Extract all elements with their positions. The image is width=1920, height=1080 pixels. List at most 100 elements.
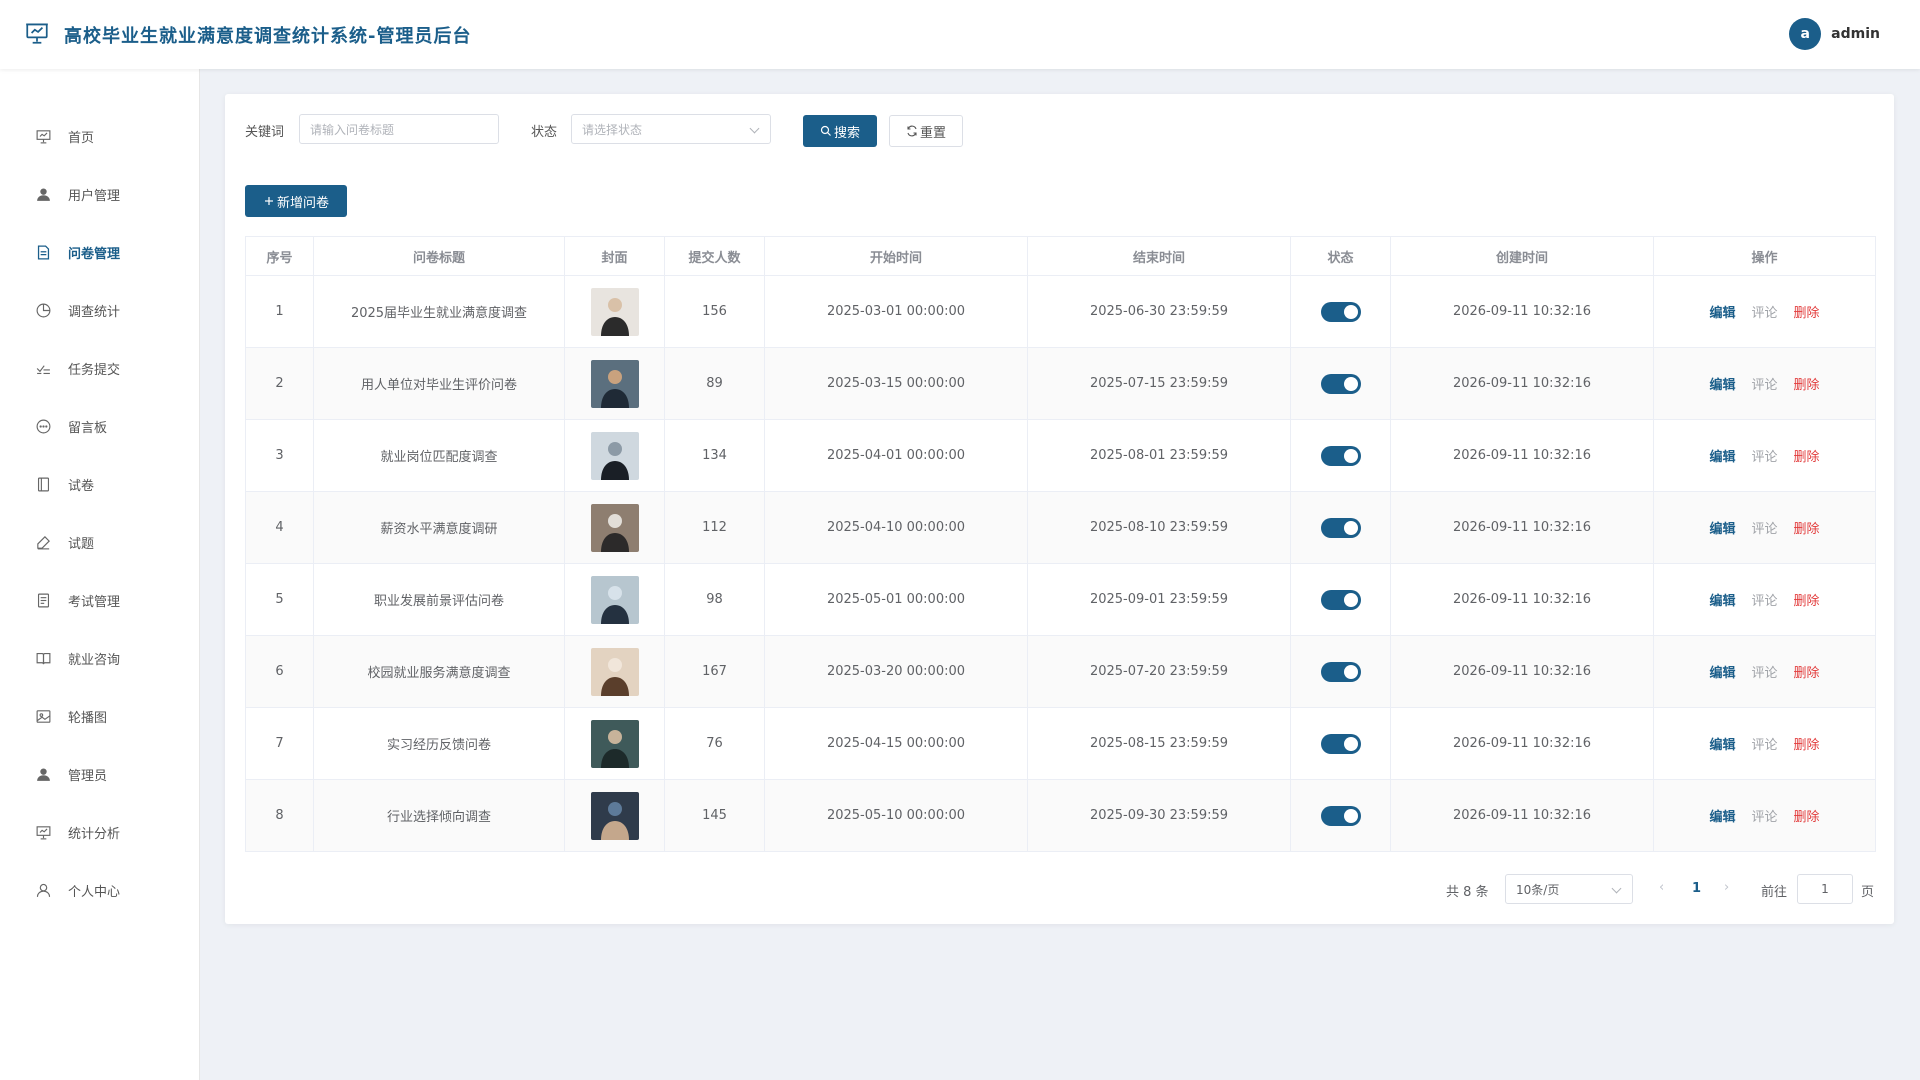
comment-link[interactable]: 评论 <box>1751 590 1777 609</box>
delete-link[interactable]: 删除 <box>1794 302 1820 321</box>
cell-actions: 编辑 评论 删除 <box>1653 635 1876 708</box>
edit-link[interactable]: 编辑 <box>1709 374 1735 393</box>
goto-page-value: 1 <box>1821 882 1829 896</box>
sidebar-item-label: 任务提交 <box>68 362 121 378</box>
cell-submissions: 134 <box>664 419 765 492</box>
cell-start-time: 2025-03-01 00:00:00 <box>764 275 1028 348</box>
goto-page-input[interactable]: 1 <box>1797 874 1853 904</box>
prev-page-icon[interactable]: ‹ <box>1659 880 1664 895</box>
cover-thumbnail[interactable] <box>590 719 639 768</box>
cell-actions: 编辑 评论 删除 <box>1653 707 1876 780</box>
sidebar-item-survey-stats[interactable]: 调查统计 <box>0 290 199 330</box>
sidebar-item-career-consult[interactable]: 就业咨询 <box>0 638 199 678</box>
delete-link[interactable]: 删除 <box>1794 806 1820 825</box>
cover-thumbnail[interactable] <box>590 503 639 552</box>
cover-thumbnail[interactable] <box>590 791 639 840</box>
delete-link[interactable]: 删除 <box>1794 662 1820 681</box>
cell-actions: 编辑 评论 删除 <box>1653 275 1876 348</box>
comment-link[interactable]: 评论 <box>1751 302 1777 321</box>
status-toggle[interactable] <box>1320 301 1361 322</box>
status-select[interactable]: 请选择状态 <box>571 114 771 144</box>
cover-thumbnail[interactable] <box>590 359 639 408</box>
sidebar-item-carousel[interactable]: 轮播图 <box>0 696 199 736</box>
reset-button-label: 重置 <box>919 125 946 141</box>
cover-thumbnail[interactable] <box>590 647 639 696</box>
cell-end-time: 2025-08-15 23:59:59 <box>1027 707 1291 780</box>
search-button[interactable]: 搜索 <box>803 115 877 147</box>
page-size-select[interactable]: 10条/页 <box>1505 874 1633 904</box>
edit-link[interactable]: 编辑 <box>1709 806 1735 825</box>
status-toggle[interactable] <box>1320 805 1361 826</box>
delete-link[interactable]: 删除 <box>1794 734 1820 753</box>
status-toggle[interactable] <box>1320 589 1361 610</box>
col-header-end: 结束时间 <box>1027 236 1291 276</box>
cell-title: 实习经历反馈问卷 <box>313 707 565 780</box>
delete-link[interactable]: 删除 <box>1794 590 1820 609</box>
keyword-input[interactable]: 请输入问卷标题 <box>299 114 499 144</box>
sidebar-item-exam-management[interactable]: 考试管理 <box>0 580 199 620</box>
sidebar-item-questions[interactable]: 试题 <box>0 522 199 562</box>
cell-start-time: 2025-05-01 00:00:00 <box>764 563 1028 636</box>
cell-created-time: 2026-09-11 10:32:16 <box>1390 275 1654 348</box>
comment-link[interactable]: 评论 <box>1751 734 1777 753</box>
current-page[interactable]: 1 <box>1692 881 1701 896</box>
user-menu[interactable]: a admin <box>1789 18 1880 50</box>
sidebar-item-label: 个人中心 <box>68 884 121 900</box>
table-row: 5 职业发展前景评估问卷 98 2025-05-01 00:00:00 2025-09-… <box>245 563 1876 636</box>
avatar[interactable]: a <box>1789 18 1822 50</box>
sidebar-item-message-board[interactable]: 留言板 <box>0 406 199 446</box>
edit-link[interactable]: 编辑 <box>1709 446 1735 465</box>
edit-link[interactable]: 编辑 <box>1709 518 1735 537</box>
sidebar-item-home[interactable]: 首页 <box>0 116 199 156</box>
add-survey-button[interactable]: 新增问卷 <box>245 185 347 217</box>
status-toggle[interactable] <box>1320 517 1361 538</box>
table-row: 6 校园就业服务满意度调查 167 2025-03-20 00:00:00 2025-0… <box>245 635 1876 708</box>
next-page-icon[interactable]: › <box>1724 880 1729 895</box>
status-toggle[interactable] <box>1320 733 1361 754</box>
sidebar-item-analytics[interactable]: 统计分析 <box>0 812 199 852</box>
comment-link[interactable]: 评论 <box>1751 518 1777 537</box>
sidebar-item-label: 问卷管理 <box>68 246 121 262</box>
sidebar-item-profile[interactable]: 个人中心 <box>0 870 199 910</box>
cover-thumbnail[interactable] <box>590 287 639 336</box>
sidebar-item-survey-management[interactable]: 问卷管理 <box>0 232 199 272</box>
comment-link[interactable]: 评论 <box>1751 662 1777 681</box>
pie-chart-icon <box>34 301 52 319</box>
sidebar-item-exam-paper[interactable]: 试卷 <box>0 464 199 504</box>
edit-link[interactable]: 编辑 <box>1709 734 1735 753</box>
cell-status <box>1290 419 1391 492</box>
comment-link[interactable]: 评论 <box>1751 446 1777 465</box>
cell-cover <box>564 491 665 564</box>
status-toggle[interactable] <box>1320 661 1361 682</box>
sidebar-item-label: 留言板 <box>68 420 108 436</box>
status-toggle[interactable] <box>1320 445 1361 466</box>
cell-actions: 编辑 评论 删除 <box>1653 563 1876 636</box>
delete-link[interactable]: 删除 <box>1794 374 1820 393</box>
reset-button[interactable]: 重置 <box>889 115 963 147</box>
edit-link[interactable]: 编辑 <box>1709 590 1735 609</box>
status-toggle[interactable] <box>1320 373 1361 394</box>
sidebar-item-admins[interactable]: 管理员 <box>0 754 199 794</box>
cell-submissions: 98 <box>664 563 765 636</box>
cover-thumbnail[interactable] <box>590 431 639 480</box>
delete-link[interactable]: 删除 <box>1794 446 1820 465</box>
delete-link[interactable]: 删除 <box>1794 518 1820 537</box>
keyword-label: 关键词 <box>245 125 285 140</box>
cell-start-time: 2025-04-10 00:00:00 <box>764 491 1028 564</box>
col-header-created: 创建时间 <box>1390 236 1654 276</box>
comment-link[interactable]: 评论 <box>1751 806 1777 825</box>
cell-cover <box>564 347 665 420</box>
sidebar-item-user-management[interactable]: 用户管理 <box>0 174 199 214</box>
username[interactable]: admin <box>1831 26 1880 42</box>
edit-link[interactable]: 编辑 <box>1709 302 1735 321</box>
app-title: 高校毕业生就业满意度调查统计系统-管理员后台 <box>64 25 472 47</box>
cover-thumbnail[interactable] <box>590 575 639 624</box>
sidebar-item-task-submit[interactable]: 任务提交 <box>0 348 199 388</box>
cell-submissions: 145 <box>664 779 765 852</box>
cell-end-time: 2025-07-20 23:59:59 <box>1027 635 1291 708</box>
main-card: 关键词 请输入问卷标题 状态 请选择状态 搜索 重置 新增问卷 序号 问卷标题 … <box>225 94 1894 924</box>
cell-submissions: 76 <box>664 707 765 780</box>
edit-link[interactable]: 编辑 <box>1709 662 1735 681</box>
comment-link[interactable]: 评论 <box>1751 374 1777 393</box>
table-row: 2 用人单位对毕业生评价问卷 89 2025-03-15 00:00:00 2025-0… <box>245 347 1876 420</box>
